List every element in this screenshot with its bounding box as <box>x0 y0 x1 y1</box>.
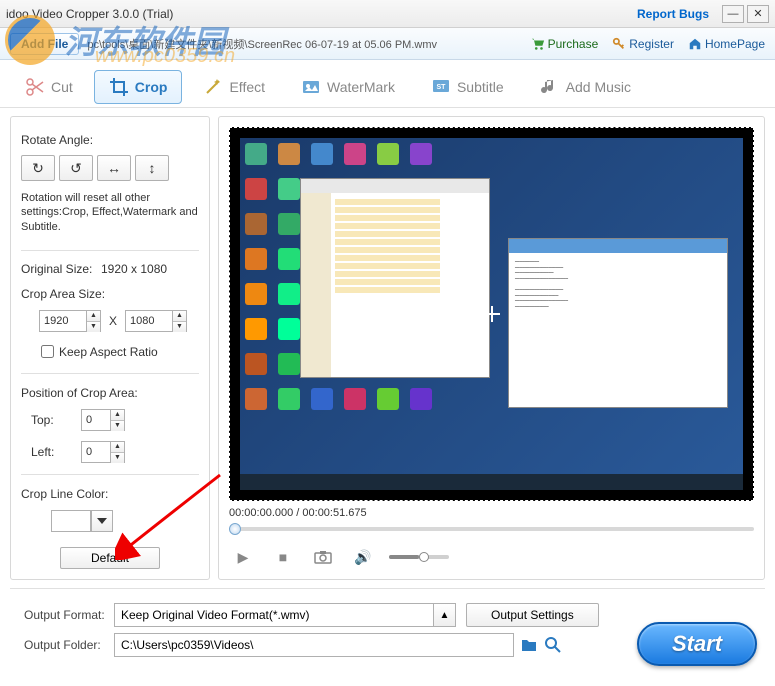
add-file-button[interactable]: Add File <box>10 33 79 55</box>
flip-horizontal-button[interactable]: ↔ <box>97 155 131 181</box>
tab-label: Crop <box>135 79 168 95</box>
stop-button[interactable]: ■ <box>269 545 297 569</box>
top-toolbar: Add File pc\tools\桌面\新建文件夹\新视频\ScreenRec… <box>0 28 775 60</box>
crop-left-spinner[interactable]: ▲▼ <box>111 441 125 463</box>
watermark-icon <box>301 77 321 97</box>
wand-icon <box>203 77 223 97</box>
crop-top-spinner[interactable]: ▲▼ <box>111 409 125 431</box>
snapshot-button[interactable] <box>309 545 337 569</box>
output-folder-input[interactable]: C:\Users\pc0359\Videos\ <box>114 633 514 657</box>
rotate-ccw-button[interactable]: ↺ <box>59 155 93 181</box>
tab-label: WaterMark <box>327 79 395 95</box>
output-folder-label: Output Folder: <box>24 638 114 652</box>
crop-settings-panel: Rotate Angle: ↻ ↺ ↔ ↕ Rotation will rese… <box>10 116 210 580</box>
crop-height-spinner[interactable]: ▲▼ <box>173 310 187 332</box>
tab-cut[interactable]: Cut <box>10 70 88 104</box>
crop-icon <box>109 77 129 97</box>
play-button[interactable]: ▶ <box>229 545 257 569</box>
original-size-label: Original Size: <box>21 262 101 276</box>
open-folder-icon[interactable] <box>544 636 562 654</box>
divider <box>21 373 199 374</box>
tab-crop[interactable]: Crop <box>94 70 183 104</box>
playback-controls: ▶ ■ 🔊 <box>229 545 754 569</box>
tab-label: Add Music <box>566 79 631 95</box>
keep-aspect-label: Keep Aspect Ratio <box>59 345 158 359</box>
tab-add-music[interactable]: Add Music <box>525 70 646 104</box>
divider <box>21 474 199 475</box>
main-area: Rotate Angle: ↻ ↺ ↔ ↕ Rotation will rese… <box>0 108 775 588</box>
video-preview[interactable]: ━━━━━━━━━━━━━━━━━━━━━━━━━━━━━━━━━━━━━━━━… <box>229 127 754 501</box>
output-settings-button[interactable]: Output Settings <box>466 603 599 627</box>
browse-folder-icon[interactable] <box>520 636 538 654</box>
purchase-link[interactable]: Purchase <box>531 37 599 51</box>
output-format-label: Output Format: <box>24 608 114 622</box>
preview-window-2: ━━━━━━━━━━━━━━━━━━━━━━━━━━━━━━━━━━━━━━━━… <box>508 238 728 408</box>
cart-icon <box>531 37 545 51</box>
x-separator: X <box>109 314 117 328</box>
tab-label: Subtitle <box>457 79 504 95</box>
default-button[interactable]: Default <box>60 547 160 569</box>
keep-aspect-checkbox[interactable] <box>41 345 54 358</box>
music-icon <box>540 77 560 97</box>
crop-height-input[interactable]: 1080 <box>125 310 173 332</box>
home-icon <box>688 37 702 51</box>
top-label: Top: <box>31 413 81 427</box>
output-format-combo[interactable]: Keep Original Video Format(*.wmv) <box>114 603 434 627</box>
loaded-file-path: pc\tools\桌面\新建文件夹\新视频\ScreenRec 06-07-19… <box>87 36 516 52</box>
timecode-display: 00:00:00.000 / 00:00:51.675 <box>229 507 754 519</box>
volume-icon[interactable]: 🔊 <box>349 545 377 569</box>
scissors-icon <box>25 77 45 97</box>
homepage-link[interactable]: HomePage <box>688 37 765 51</box>
rotate-angle-label: Rotate Angle: <box>21 133 199 147</box>
crop-area-size-label: Crop Area Size: <box>21 287 199 301</box>
seek-slider[interactable] <box>229 523 754 535</box>
report-bugs-link[interactable]: Report Bugs <box>637 7 709 21</box>
preview-panel: ━━━━━━━━━━━━━━━━━━━━━━━━━━━━━━━━━━━━━━━━… <box>218 116 765 580</box>
crop-line-color-label: Crop Line Color: <box>21 487 199 501</box>
key-icon <box>612 37 626 51</box>
divider <box>21 250 199 251</box>
original-size-value: 1920 x 1080 <box>101 262 167 276</box>
crop-top-input[interactable]: 0 <box>81 409 111 431</box>
position-label: Position of Crop Area: <box>21 386 199 400</box>
close-button[interactable]: ✕ <box>747 5 769 23</box>
minimize-button[interactable]: — <box>722 5 744 23</box>
crop-color-dropdown[interactable] <box>91 510 113 532</box>
window-title: idoo Video Cropper 3.0.0 (Trial) <box>6 7 637 21</box>
svg-text:ST: ST <box>436 84 446 91</box>
rotation-note: Rotation will reset all other settings:C… <box>21 191 199 234</box>
output-format-dropdown[interactable]: ▲ <box>434 603 456 627</box>
crop-left-input[interactable]: 0 <box>81 441 111 463</box>
crop-color-swatch[interactable] <box>51 510 91 532</box>
left-label: Left: <box>31 445 81 459</box>
flip-vertical-button[interactable]: ↕ <box>135 155 169 181</box>
register-link[interactable]: Register <box>612 37 674 51</box>
volume-slider[interactable] <box>389 555 449 559</box>
crop-width-input[interactable]: 1920 <box>39 310 87 332</box>
tab-label: Cut <box>51 79 73 95</box>
subtitle-icon: ST <box>431 77 451 97</box>
rotate-cw-button[interactable]: ↻ <box>21 155 55 181</box>
crop-center-crosshair <box>484 306 500 322</box>
tab-watermark[interactable]: WaterMark <box>286 70 410 104</box>
preview-window-1 <box>300 178 490 378</box>
tab-label: Effect <box>229 79 265 95</box>
tabs-bar: Cut Crop Effect WaterMark ST Subtitle Ad… <box>0 60 775 108</box>
start-button[interactable]: Start <box>637 622 757 666</box>
crop-width-spinner[interactable]: ▲▼ <box>87 310 101 332</box>
window-titlebar: idoo Video Cropper 3.0.0 (Trial) Report … <box>0 0 775 28</box>
tab-subtitle[interactable]: ST Subtitle <box>416 70 519 104</box>
tab-effect[interactable]: Effect <box>188 70 280 104</box>
